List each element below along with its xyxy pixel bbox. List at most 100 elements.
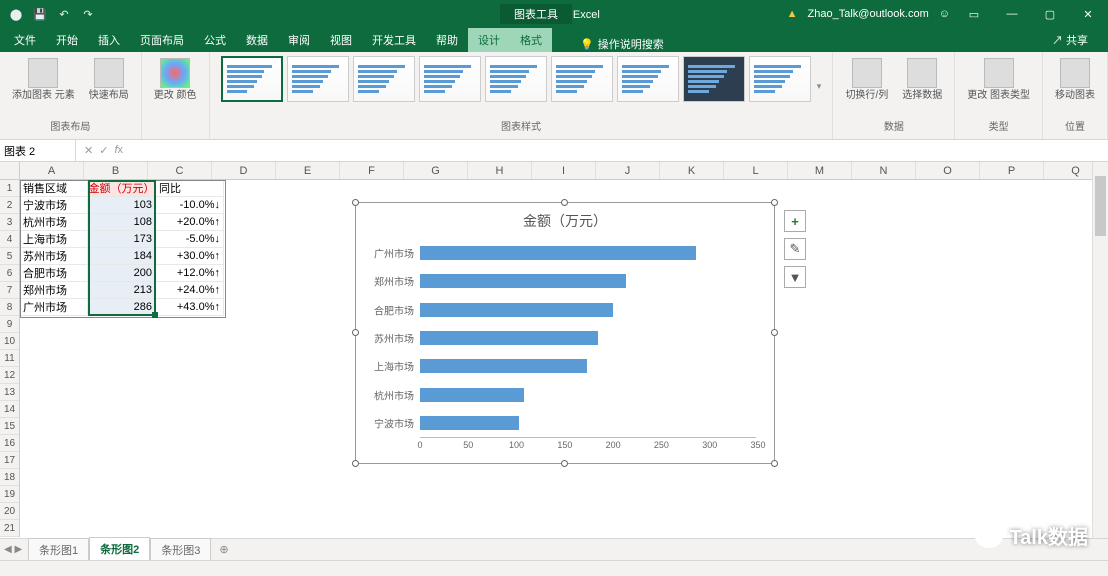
chart-style-6[interactable]	[551, 56, 613, 102]
fx-icon[interactable]: fx	[114, 144, 123, 157]
scrollbar-thumb[interactable]	[1095, 176, 1106, 236]
undo-icon[interactable]: ↶	[56, 6, 72, 22]
row-header-18[interactable]: 18	[0, 469, 19, 486]
col-header-I[interactable]: I	[532, 162, 596, 179]
col-header-A[interactable]: A	[20, 162, 84, 179]
tab-developer[interactable]: 开发工具	[362, 28, 426, 52]
chart-styles-button[interactable]: ✎	[784, 238, 806, 260]
chart-bar[interactable]	[420, 274, 626, 288]
col-header-H[interactable]: H	[468, 162, 532, 179]
row-header-14[interactable]: 14	[0, 401, 19, 418]
cell-a2[interactable]: 宁波市场	[20, 197, 88, 214]
switch-row-col-button[interactable]: 切换行/列	[841, 56, 892, 103]
embedded-chart[interactable]: 金额（万元） 广州市场郑州市场合肥市场苏州市场上海市场杭州市场宁波市场 0501…	[355, 202, 775, 464]
col-header-M[interactable]: M	[788, 162, 852, 179]
row-header-12[interactable]: 12	[0, 367, 19, 384]
col-header-K[interactable]: K	[660, 162, 724, 179]
cells-area[interactable]: 销售区域 金额（万元） 同比 宁波市场103-10.0%↓杭州市场108+20.…	[20, 180, 224, 316]
cell-b1[interactable]: 金额（万元）	[88, 180, 156, 197]
tab-view[interactable]: 视图	[320, 28, 362, 52]
cell-c3[interactable]: +20.0%↑	[156, 214, 224, 231]
cell-b6[interactable]: 200	[88, 265, 156, 282]
col-header-J[interactable]: J	[596, 162, 660, 179]
tell-me[interactable]: 💡操作说明搜索	[580, 36, 664, 52]
name-box[interactable]: 图表 2	[0, 140, 76, 161]
row-header-9[interactable]: 9	[0, 316, 19, 333]
col-header-P[interactable]: P	[980, 162, 1044, 179]
row-header-19[interactable]: 19	[0, 486, 19, 503]
chart-category-label[interactable]: 郑州市场	[360, 274, 420, 289]
cell-a1[interactable]: 销售区域	[20, 180, 88, 197]
col-header-O[interactable]: O	[916, 162, 980, 179]
cell-c4[interactable]: -5.0%↓	[156, 231, 224, 248]
row-header-8[interactable]: 8	[0, 299, 19, 316]
row-header-21[interactable]: 21	[0, 520, 19, 537]
chart-style-1[interactable]	[221, 56, 283, 102]
col-header-G[interactable]: G	[404, 162, 468, 179]
resize-handle-se[interactable]	[771, 460, 778, 467]
col-header-N[interactable]: N	[852, 162, 916, 179]
share-button[interactable]: ↗ 共享	[1042, 28, 1098, 52]
cell-c6[interactable]: +12.0%↑	[156, 265, 224, 282]
quick-layout-button[interactable]: 快速布局	[85, 56, 133, 103]
col-header-L[interactable]: L	[724, 162, 788, 179]
chart-category-label[interactable]: 合肥市场	[360, 302, 420, 317]
col-header-F[interactable]: F	[340, 162, 404, 179]
minimize-icon[interactable]: —	[998, 4, 1026, 24]
cancel-formula-icon[interactable]: ✕	[84, 144, 93, 157]
close-icon[interactable]: ✕	[1074, 4, 1102, 24]
col-header-E[interactable]: E	[276, 162, 340, 179]
cell-b4[interactable]: 173	[88, 231, 156, 248]
cell-a5[interactable]: 苏州市场	[20, 248, 88, 265]
sheet-tab-1[interactable]: 条形图1	[28, 538, 89, 561]
cell-c1[interactable]: 同比	[156, 180, 224, 197]
enter-formula-icon[interactable]: ✓	[99, 144, 108, 157]
chart-style-9[interactable]	[749, 56, 811, 102]
account-name[interactable]: Zhao_Talk@outlook.com	[808, 8, 929, 20]
styles-more-icon[interactable]: ▾	[817, 81, 822, 92]
resize-handle-sw[interactable]	[352, 460, 359, 467]
chart-style-7[interactable]	[617, 56, 679, 102]
chart-elements-button[interactable]: +	[784, 210, 806, 232]
row-header-15[interactable]: 15	[0, 418, 19, 435]
chart-x-axis[interactable]: 050100150200250300350	[420, 437, 756, 453]
chart-style-2[interactable]	[287, 56, 349, 102]
chart-style-4[interactable]	[419, 56, 481, 102]
spreadsheet-grid[interactable]: ABCDEFGHIJKLMNOPQ 1234567891011121314151…	[0, 162, 1108, 544]
move-chart-button[interactable]: 移动图表	[1051, 56, 1099, 103]
save-icon[interactable]: 💾	[32, 6, 48, 22]
col-header-C[interactable]: C	[148, 162, 212, 179]
tab-review[interactable]: 审阅	[278, 28, 320, 52]
row-header-3[interactable]: 3	[0, 214, 19, 231]
vertical-scrollbar[interactable]	[1092, 162, 1108, 544]
cell-a8[interactable]: 广州市场	[20, 299, 88, 316]
resize-handle-e[interactable]	[771, 329, 778, 336]
add-chart-element-button[interactable]: 添加图表 元素	[8, 56, 79, 103]
row-header-4[interactable]: 4	[0, 231, 19, 248]
tab-home[interactable]: 开始	[46, 28, 88, 52]
col-header-B[interactable]: B	[84, 162, 148, 179]
resize-handle-ne[interactable]	[771, 199, 778, 206]
cell-a6[interactable]: 合肥市场	[20, 265, 88, 282]
chart-bar[interactable]	[420, 303, 613, 317]
resize-handle-w[interactable]	[352, 329, 359, 336]
autosave-icon[interactable]: ⬤	[8, 6, 24, 22]
cell-c5[interactable]: +30.0%↑	[156, 248, 224, 265]
ribbon-options-icon[interactable]: ▭	[960, 4, 988, 24]
row-header-20[interactable]: 20	[0, 503, 19, 520]
change-chart-type-button[interactable]: 更改 图表类型	[963, 56, 1034, 103]
tab-file[interactable]: 文件	[4, 28, 46, 52]
chart-style-3[interactable]	[353, 56, 415, 102]
cell-a7[interactable]: 郑州市场	[20, 282, 88, 299]
row-header-16[interactable]: 16	[0, 435, 19, 452]
resize-handle-nw[interactable]	[352, 199, 359, 206]
row-header-10[interactable]: 10	[0, 333, 19, 350]
row-headers[interactable]: 123456789101112131415161718192021	[0, 180, 20, 537]
cell-a4[interactable]: 上海市场	[20, 231, 88, 248]
chart-style-5[interactable]	[485, 56, 547, 102]
sheet-tab-2[interactable]: 条形图2	[89, 537, 150, 562]
select-data-button[interactable]: 选择数据	[898, 56, 946, 103]
chart-category-label[interactable]: 苏州市场	[360, 331, 420, 346]
chart-category-label[interactable]: 杭州市场	[360, 387, 420, 402]
row-header-11[interactable]: 11	[0, 350, 19, 367]
